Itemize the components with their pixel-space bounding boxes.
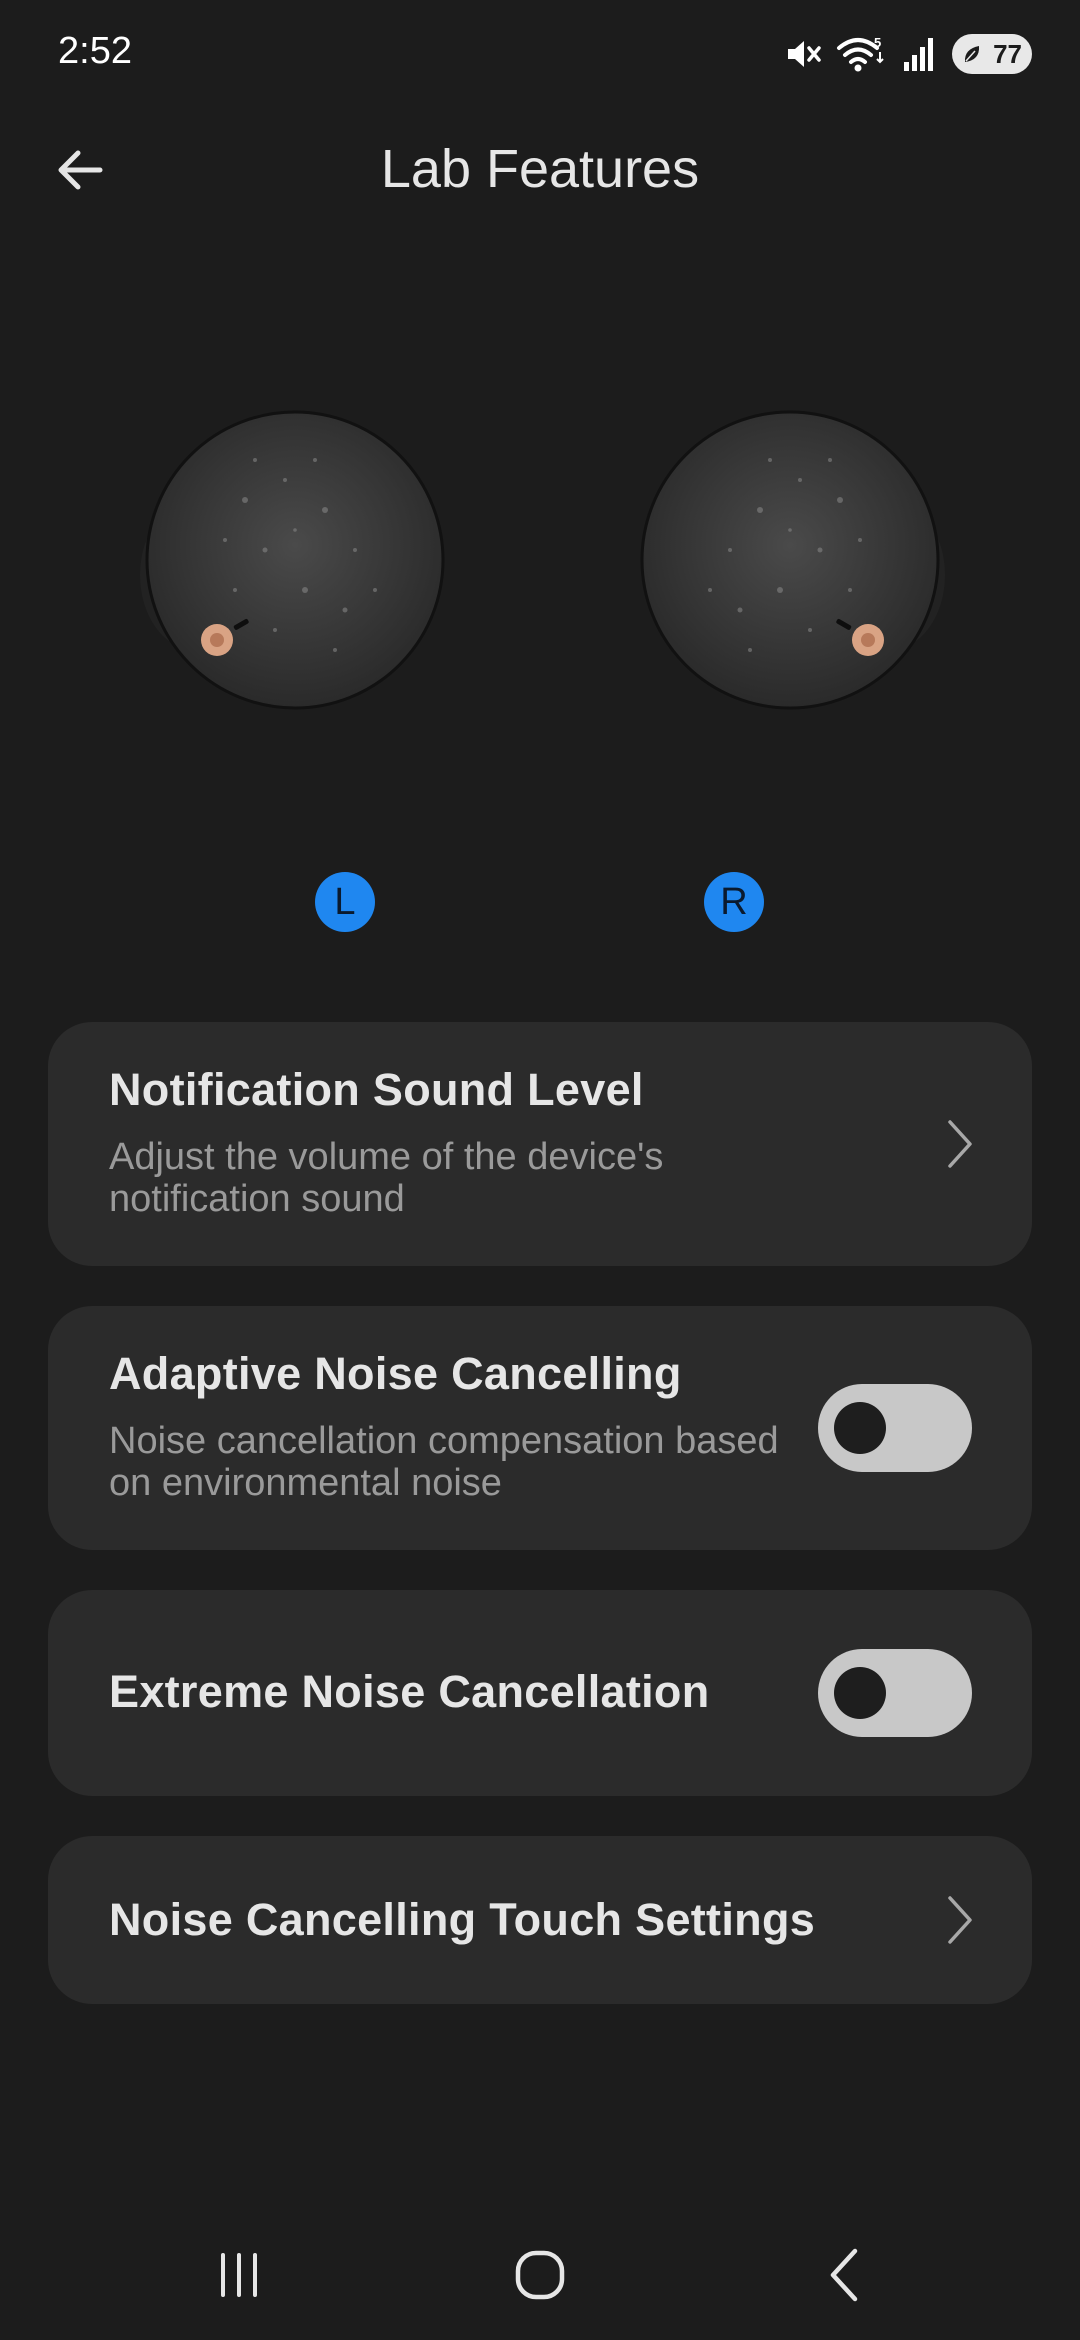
home-icon bbox=[515, 2250, 565, 2300]
wifi-badge: 5 bbox=[874, 35, 881, 50]
left-earbud-image bbox=[135, 400, 455, 720]
recents-icon bbox=[221, 2253, 257, 2297]
battery-saver-icon bbox=[962, 43, 982, 65]
signal-icon bbox=[902, 34, 938, 74]
back-icon bbox=[830, 2248, 858, 2302]
screen: 2:52 5 77 Lab Features L R Notification … bbox=[0, 0, 1080, 2340]
chevron-right-icon bbox=[948, 1120, 972, 1168]
status-time: 2:52 bbox=[58, 30, 132, 72]
nav-back-button[interactable] bbox=[795, 2240, 895, 2310]
earbuds-image bbox=[0, 400, 1080, 760]
battery-level: 77 bbox=[993, 38, 1022, 69]
adaptive-noise-cancelling-toggle[interactable] bbox=[818, 1384, 972, 1472]
notification-sound-level-item[interactable]: Notification Sound Level Adjust the volu… bbox=[48, 1022, 1032, 1266]
home-button[interactable] bbox=[490, 2240, 590, 2310]
right-earbud-image bbox=[630, 400, 950, 720]
setting-title: Extreme Noise Cancellation bbox=[109, 1666, 710, 1717]
noise-cancelling-touch-settings-item[interactable]: Noise Cancelling Touch Settings bbox=[48, 1836, 1032, 2004]
right-earbud-badge: R bbox=[704, 872, 764, 932]
page-title: Lab Features bbox=[380, 139, 700, 199]
toggle-knob bbox=[834, 1402, 886, 1454]
wifi-icon: 5 bbox=[836, 34, 888, 74]
adaptive-noise-cancelling-item: Adaptive Noise Cancelling Noise cancella… bbox=[48, 1306, 1032, 1550]
toggle-knob bbox=[834, 1667, 886, 1719]
recents-button[interactable] bbox=[189, 2240, 289, 2310]
setting-title: Notification Sound Level bbox=[109, 1064, 644, 1115]
setting-title: Adaptive Noise Cancelling bbox=[109, 1348, 682, 1399]
mute-icon bbox=[782, 34, 822, 74]
battery-icon: 77 bbox=[952, 34, 1032, 74]
app-bar: Lab Features bbox=[0, 110, 1080, 230]
extreme-noise-cancellation-item: Extreme Noise Cancellation bbox=[48, 1590, 1032, 1796]
status-icons: 5 77 bbox=[782, 30, 1032, 78]
setting-description: Noise cancellation compensation based on… bbox=[109, 1420, 779, 1504]
extreme-noise-cancellation-toggle[interactable] bbox=[818, 1649, 972, 1737]
status-bar: 2:52 5 77 bbox=[0, 0, 1080, 110]
left-earbud-badge: L bbox=[315, 872, 375, 932]
chevron-right-icon bbox=[948, 1896, 972, 1944]
navigation-bar bbox=[0, 2210, 1080, 2340]
setting-title: Noise Cancelling Touch Settings bbox=[109, 1894, 816, 1945]
setting-description: Adjust the volume of the device's notifi… bbox=[109, 1136, 664, 1220]
